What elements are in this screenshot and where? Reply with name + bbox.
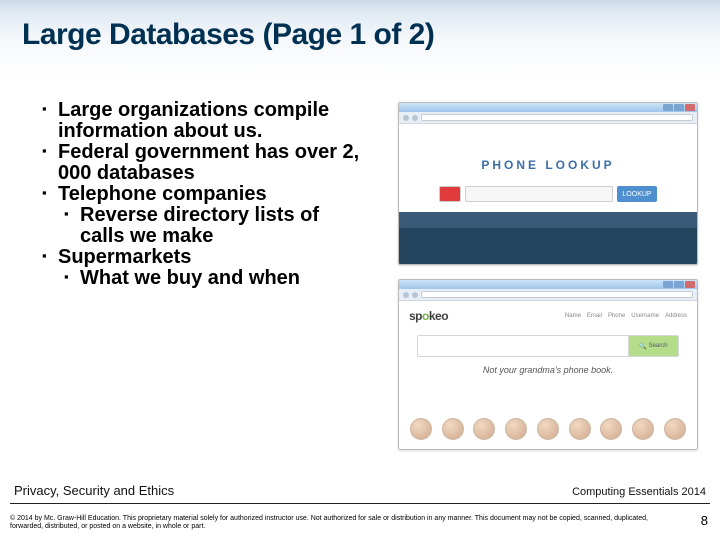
footer-chapter: Privacy, Security and Ethics	[14, 483, 174, 498]
bullet-list: Large organizations compile information …	[42, 100, 362, 289]
footer-edition: Computing Essentials 2014	[572, 486, 706, 498]
bullet-4: Supermarkets	[42, 247, 362, 268]
back-icon	[403, 115, 409, 121]
page-body: PHONE LOOKUP LOOKUP	[399, 124, 697, 264]
avatar	[537, 418, 559, 440]
figures-column: PHONE LOOKUP LOOKUP	[398, 102, 698, 464]
window-titlebar	[399, 103, 697, 112]
avatar	[505, 418, 527, 440]
page-body: spokeo Name Email Phone Username Address…	[399, 301, 697, 449]
nav-strip	[399, 212, 697, 228]
avatar	[473, 418, 495, 440]
bullet-4a: What we buy and when	[64, 268, 362, 289]
logo-pre: sp	[409, 309, 422, 323]
forward-icon	[412, 115, 418, 121]
search-bar: 🔍 Search	[417, 335, 679, 357]
avatar	[600, 418, 622, 440]
slide-title: Large Databases (Page 1 of 2)	[22, 18, 434, 52]
footer-copyright: © 2014 by Mc. Graw-Hill Education. This …	[10, 515, 680, 533]
page-footer-block	[399, 228, 697, 264]
bullet-3a-text: Reverse directory lists of calls we make	[80, 205, 362, 247]
address-bar	[421, 291, 693, 298]
browser-toolbar	[399, 112, 697, 124]
bullet-1: Large organizations compile information …	[42, 100, 362, 142]
avatar	[664, 418, 686, 440]
flag-icon	[439, 186, 461, 202]
avatar-band	[399, 409, 697, 449]
avatar	[632, 418, 654, 440]
footer-divider	[10, 503, 710, 504]
logo-post: keo	[429, 309, 448, 323]
bullet-3: Telephone companies	[42, 184, 362, 205]
bullet-2-text: Federal government has over 2, 000 datab…	[58, 142, 362, 184]
address-bar	[421, 114, 693, 121]
close-icon	[685, 281, 695, 288]
tagline: Not your grandma's phone book.	[399, 365, 697, 375]
lookup-button: LOOKUP	[617, 186, 657, 202]
browser-toolbar	[399, 289, 697, 301]
tab-name: Name	[565, 313, 581, 319]
search-input	[418, 336, 628, 356]
bullet-2: Federal government has over 2, 000 datab…	[42, 142, 362, 184]
hero-text: PHONE LOOKUP	[481, 158, 614, 172]
search-button-label: Search	[649, 343, 668, 349]
bullet-3a: Reverse directory lists of calls we make	[64, 205, 362, 247]
footer-page-number: 8	[701, 513, 708, 528]
tab-phone: Phone	[608, 313, 625, 319]
logo-eye: o	[422, 309, 429, 323]
window-buttons	[663, 104, 695, 111]
phone-input	[465, 186, 613, 202]
avatar	[569, 418, 591, 440]
close-icon	[685, 104, 695, 111]
bullet-4a-text: What we buy and when	[80, 268, 300, 289]
window-buttons	[663, 281, 695, 288]
back-icon	[403, 292, 409, 298]
tab-email: Email	[587, 313, 602, 319]
screenshot-spokeo: spokeo Name Email Phone Username Address…	[398, 279, 698, 450]
avatar	[442, 418, 464, 440]
bullet-3-text: Telephone companies	[58, 184, 267, 205]
avatar	[410, 418, 432, 440]
search-button: 🔍 Search	[628, 336, 678, 356]
forward-icon	[412, 292, 418, 298]
search-tabs: Name Email Phone Username Address	[565, 313, 687, 319]
bullet-1-text: Large organizations compile information …	[58, 100, 362, 142]
slide: Large Databases (Page 1 of 2) Large orga…	[0, 0, 720, 540]
search-icon: 🔍	[639, 343, 646, 350]
lookup-search: LOOKUP	[439, 186, 657, 202]
tab-username: Username	[631, 313, 659, 319]
tab-address: Address	[665, 313, 687, 319]
site-navbar: spokeo Name Email Phone Username Address	[399, 307, 697, 325]
window-titlebar	[399, 280, 697, 289]
screenshot-phone-lookup: PHONE LOOKUP LOOKUP	[398, 102, 698, 265]
bullet-4-text: Supermarkets	[58, 247, 191, 268]
spokeo-logo: spokeo	[409, 309, 448, 323]
